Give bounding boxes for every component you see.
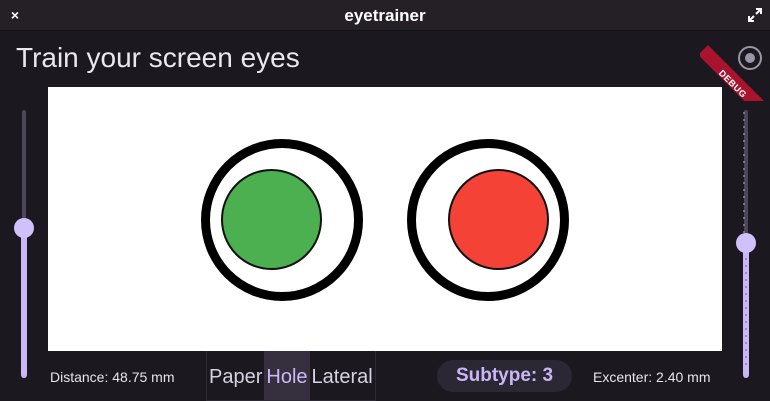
- mode-lateral-button[interactable]: Lateral: [310, 351, 375, 400]
- excenter-slider-ticks: [743, 112, 745, 240]
- window-title: eyetrainer: [344, 6, 426, 25]
- page-title: Train your screen eyes: [16, 42, 300, 73]
- distance-label: Distance: 48.75 mm: [50, 369, 175, 385]
- excenter-slider-thumb[interactable]: [736, 233, 756, 253]
- right-target-dot: [448, 169, 549, 270]
- distance-slider-thumb[interactable]: [14, 218, 34, 238]
- left-target-dot: [221, 169, 322, 270]
- distance-slider[interactable]: [9, 110, 39, 378]
- maximize-icon[interactable]: [746, 6, 764, 24]
- bottom-bar: Distance: 48.75 mm Paper Hole Lateral Su…: [0, 351, 770, 401]
- mode-segmented-control: Paper Hole Lateral: [206, 351, 376, 401]
- excenter-label: Excenter: 2.40 mm: [593, 369, 711, 385]
- target-canvas: [48, 87, 722, 351]
- mode-hole-button[interactable]: Hole: [264, 351, 310, 400]
- mode-paper-button[interactable]: Paper: [207, 351, 264, 400]
- subtype-button[interactable]: Subtype: 3: [437, 360, 572, 392]
- excenter-slider[interactable]: [731, 110, 761, 378]
- distance-slider-track: [22, 110, 26, 228]
- excenter-slider-track: [743, 110, 748, 243]
- window-titlebar: × eyetrainer: [0, 0, 770, 31]
